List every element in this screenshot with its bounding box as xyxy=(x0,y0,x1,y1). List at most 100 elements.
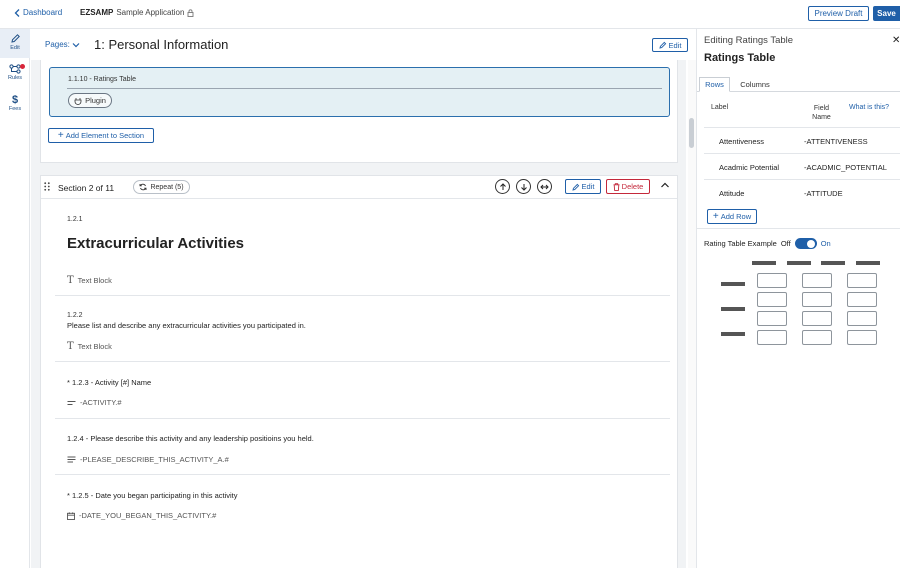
scrollbar-thumb[interactable] xyxy=(689,118,694,148)
calendar-icon xyxy=(67,511,75,520)
rail-item-edit[interactable]: Edit xyxy=(0,29,30,58)
page-title: 1: Personal Information xyxy=(94,37,229,52)
pencil-icon xyxy=(10,34,20,43)
item-1-number: 1.2.1 xyxy=(67,216,83,223)
item-1-type-label: Text Block xyxy=(77,276,112,285)
example-cell xyxy=(847,292,877,307)
section-edit-button[interactable]: Edit xyxy=(565,179,601,194)
back-label: Dashboard xyxy=(23,8,63,17)
toggle-off-label: Off xyxy=(780,239,791,248)
section-delete-button[interactable]: Delete xyxy=(606,179,650,194)
section-title[interactable]: Extracurricular Activities xyxy=(67,235,244,252)
rating-row-label: Acadmic Potential xyxy=(719,163,780,172)
item-1-type: T Text Block xyxy=(67,274,112,286)
rating-example-toggle[interactable] xyxy=(794,238,817,249)
preview-draft-button[interactable]: Preview Draft xyxy=(808,6,869,21)
rail-rules-label: Rules xyxy=(7,75,23,81)
example-column-header xyxy=(821,261,845,265)
item-2-type: T Text Block xyxy=(67,340,112,352)
item-5-field-name: -DATE_YOU_BEGAN_THIS_ACTIVITY.# xyxy=(79,511,217,520)
rating-row[interactable]: Attitude -ATTITUDE xyxy=(704,179,900,205)
tab-columns[interactable]: Columns xyxy=(737,77,773,92)
section-edit-label: Edit xyxy=(581,182,595,191)
rating-example-toggle-row: Rating Table Example Off On xyxy=(704,238,831,249)
move-up-button[interactable] xyxy=(495,179,510,194)
item-2-type-label: Text Block xyxy=(77,342,112,351)
text-type-icon: T xyxy=(67,340,74,352)
back-to-dashboard-link[interactable]: Dashboard xyxy=(14,8,62,17)
app-title: EZSAMP Sample Application xyxy=(80,8,194,17)
section-2-card xyxy=(40,175,678,568)
repeat-chip[interactable]: Repeat (5) xyxy=(133,180,190,194)
example-row-header xyxy=(721,332,745,336)
item-divider xyxy=(55,418,670,419)
example-cell xyxy=(847,273,877,288)
item-5-text[interactable]: * 1.2.5 - Date you began participating i… xyxy=(67,491,238,500)
plug-icon xyxy=(74,97,82,105)
text-type-icon: T xyxy=(67,274,74,286)
item-4-field-name: -PLEASE_DESCRIBE_THIS_ACTIVITY_A.# xyxy=(80,455,229,464)
example-cell xyxy=(757,330,787,345)
close-icon[interactable]: ✕ xyxy=(892,35,900,46)
example-row-header xyxy=(721,307,745,311)
panel-heading: Editing Ratings Table xyxy=(704,35,794,46)
section-label: Section 2 of 11 xyxy=(58,183,115,193)
example-cell xyxy=(802,292,832,307)
repeat-label: Repeat (5) xyxy=(150,183,184,191)
add-element-button[interactable]: + Add Element to Section xyxy=(48,128,154,143)
tab-rows[interactable]: Rows xyxy=(699,77,730,92)
item-4-text[interactable]: 1.2.4 - Please describe this activity an… xyxy=(67,434,314,443)
example-column-header xyxy=(752,261,776,265)
item-divider xyxy=(55,295,670,296)
rating-row[interactable]: Acadmic Potential -ACADMIC_POTENTIAL xyxy=(704,153,900,179)
example-row-header xyxy=(721,282,745,286)
rail-fees-label: Fees xyxy=(8,106,22,112)
pages-dropdown[interactable]: Pages: xyxy=(45,40,80,49)
pencil-icon xyxy=(658,41,666,49)
ratings-table-element[interactable] xyxy=(49,67,670,117)
what-is-this-link[interactable]: What is this? xyxy=(849,104,889,111)
rating-row-field: -ATTITUDE xyxy=(804,189,843,198)
example-cell xyxy=(802,311,832,326)
rating-row[interactable]: Attentiveness -ATTENTIVENESS xyxy=(704,127,900,153)
move-section-button[interactable] xyxy=(537,179,552,194)
repeat-icon xyxy=(140,183,147,191)
column-header-label: Label xyxy=(711,104,729,111)
example-cell xyxy=(847,330,877,345)
toggle-on-label: On xyxy=(820,239,831,248)
page-edit-button[interactable]: Edit xyxy=(652,38,688,52)
add-row-button[interactable]: + Add Row xyxy=(707,209,757,224)
plus-icon: + xyxy=(57,129,64,141)
rating-row-label: Attentiveness xyxy=(719,137,765,146)
paragraph-icon xyxy=(67,456,76,463)
drag-handle-icon[interactable] xyxy=(44,182,50,191)
rail-edit-label: Edit xyxy=(10,45,20,51)
arrow-up-icon xyxy=(499,182,506,190)
example-column-header xyxy=(787,261,811,265)
save-button[interactable]: Save xyxy=(873,6,900,21)
item-2-text[interactable]: Please list and describe any extracurric… xyxy=(67,321,306,330)
item-4-field: -PLEASE_DESCRIBE_THIS_ACTIVITY_A.# xyxy=(67,455,229,464)
rating-row-field: -ATTENTIVENESS xyxy=(804,137,868,146)
item-3-text[interactable]: * 1.2.3 - Activity [#] Name xyxy=(67,378,151,387)
app-code: EZSAMP xyxy=(80,8,114,17)
pages-dropdown-label: Pages: xyxy=(45,40,70,49)
panel-title: Ratings Table xyxy=(704,52,776,64)
lock-icon xyxy=(187,8,194,17)
trash-icon xyxy=(613,182,620,191)
rail-item-rules[interactable]: Rules xyxy=(0,64,30,88)
move-down-button[interactable] xyxy=(516,179,531,194)
rating-row-field: -ACADMIC_POTENTIAL xyxy=(804,163,887,172)
example-cell xyxy=(757,273,787,288)
chevron-up-icon[interactable] xyxy=(660,181,670,189)
panel-divider xyxy=(697,228,900,229)
pencil-icon xyxy=(571,183,579,191)
rules-alert-dot xyxy=(20,64,25,69)
arrow-down-icon xyxy=(520,183,527,191)
item-2-number: 1.2.2 xyxy=(67,312,83,319)
left-rail: Edit Rules $ Fees xyxy=(0,29,30,568)
add-row-label: Add Row xyxy=(720,212,752,221)
arrows-horizontal-icon xyxy=(540,184,549,189)
item-5-field: -DATE_YOU_BEGAN_THIS_ACTIVITY.# xyxy=(67,511,216,520)
rail-item-fees[interactable]: $ Fees xyxy=(0,95,30,119)
